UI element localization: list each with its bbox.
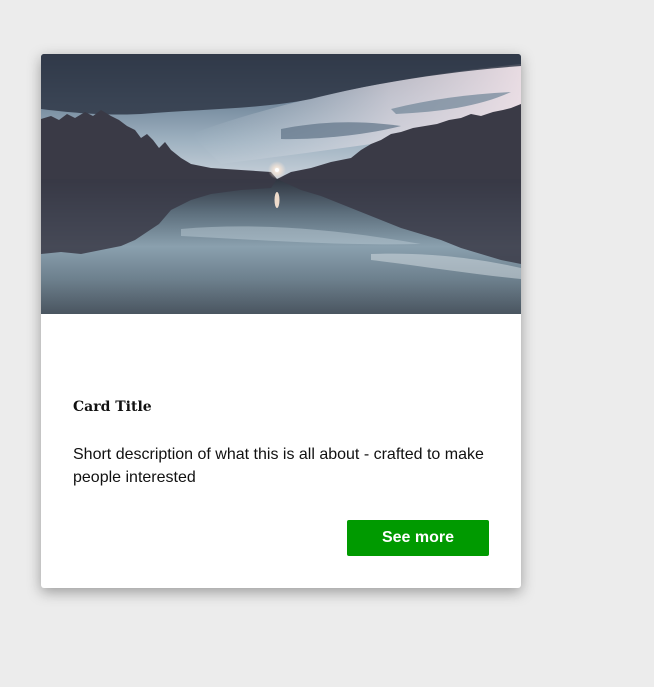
card-description: Short description of what this is all ab… (73, 446, 484, 486)
card: Card Title Short description of what thi… (41, 54, 521, 588)
page: Card Title Short description of what thi… (0, 0, 654, 687)
card-image (41, 54, 521, 314)
see-more-button[interactable]: See more (347, 520, 489, 556)
card-title: Card Title (73, 399, 152, 415)
